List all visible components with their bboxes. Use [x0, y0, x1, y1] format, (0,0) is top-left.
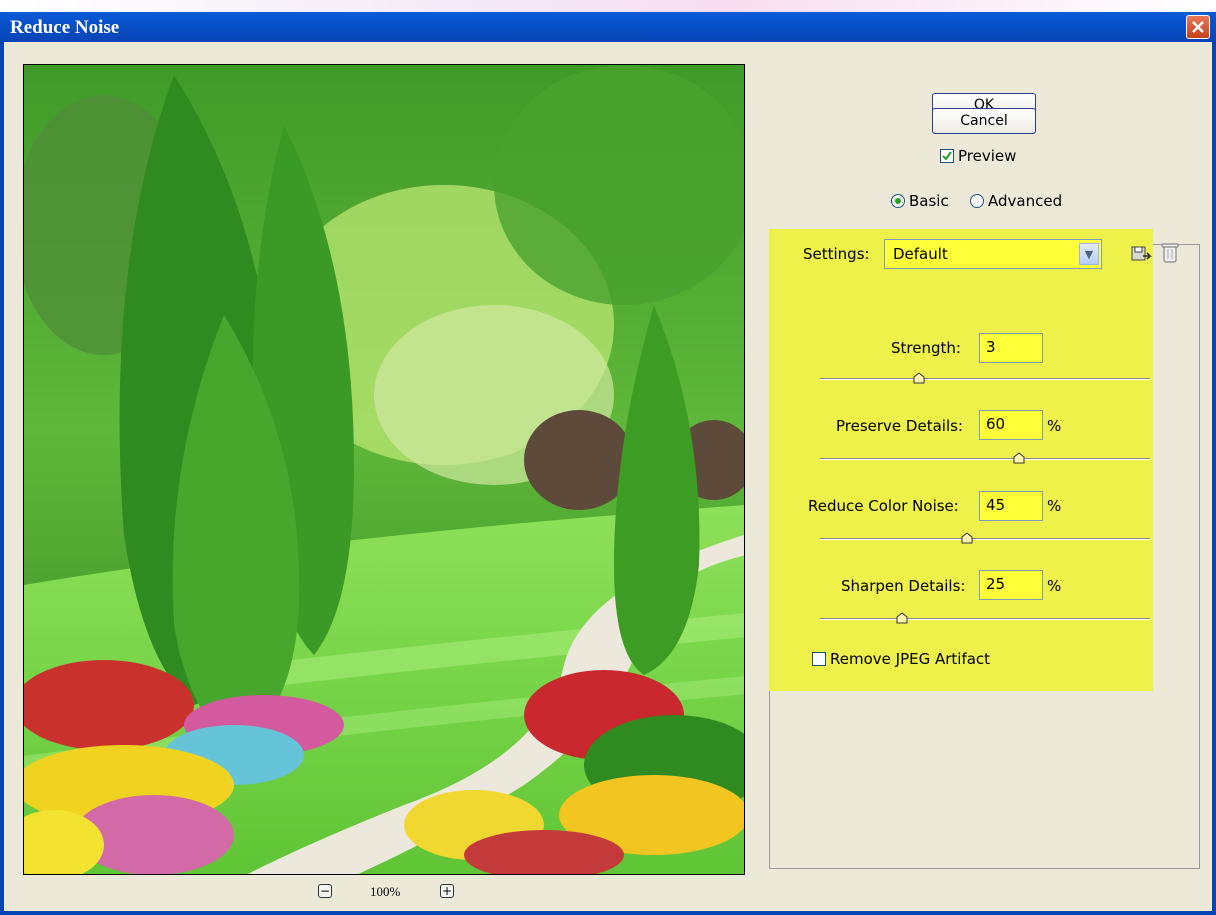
preserve-details-unit: % — [1047, 417, 1062, 435]
sharpen-details-slider-track[interactable] — [820, 618, 1150, 620]
sharpen-details-input[interactable]: 25 — [979, 570, 1043, 600]
advanced-label: Advanced — [988, 192, 1063, 210]
garden-photo — [24, 65, 744, 874]
highlight-area — [769, 229, 1153, 691]
settings-label: Settings: — [803, 245, 870, 263]
settings-dropdown[interactable]: Default ▼ — [884, 239, 1102, 269]
minus-icon: − — [319, 884, 331, 898]
reduce-color-noise-label: Reduce Color Noise: — [808, 497, 959, 515]
trash-icon[interactable] — [1160, 241, 1180, 265]
zoom-level: 100% — [370, 884, 401, 899]
sharpen-details-unit: % — [1047, 577, 1062, 595]
strength-slider-track[interactable] — [820, 378, 1150, 380]
radio-dot — [895, 198, 901, 204]
close-button[interactable] — [1186, 15, 1210, 39]
strength-slider-thumb[interactable] — [913, 372, 925, 384]
settings-value: Default — [893, 245, 948, 263]
preview-image[interactable] — [23, 64, 745, 875]
check-icon — [942, 151, 952, 161]
reduce-color-noise-input[interactable]: 45 — [979, 491, 1043, 521]
basic-label: Basic — [909, 192, 949, 210]
plus-icon: + — [441, 884, 453, 898]
strength-input[interactable]: 3 — [979, 333, 1043, 363]
sharpen-details-label: Sharpen Details: — [841, 577, 966, 595]
remove-jpeg-artifact-checkbox[interactable] — [812, 652, 826, 666]
sharpen-details-slider-thumb[interactable] — [896, 612, 908, 624]
save-settings-icon[interactable] — [1130, 244, 1152, 264]
zoom-out-button[interactable]: − — [318, 884, 332, 898]
preserve-details-slider-track[interactable] — [820, 458, 1150, 460]
preserve-details-slider-thumb[interactable] — [1013, 452, 1025, 464]
top-decoration — [0, 0, 1216, 12]
zoom-in-button[interactable]: + — [440, 884, 454, 898]
advanced-radio[interactable] — [970, 194, 984, 208]
strength-label: Strength: — [891, 339, 961, 357]
preview-label: Preview — [958, 147, 1017, 165]
remove-jpeg-artifact-label: Remove JPEG Artifact — [830, 650, 991, 668]
close-icon — [1192, 21, 1204, 33]
reduce-color-noise-unit: % — [1047, 497, 1062, 515]
reduce-color-noise-slider-track[interactable] — [820, 538, 1150, 540]
window-title: Reduce Noise — [10, 17, 120, 38]
chevron-down-icon: ▼ — [1079, 243, 1099, 265]
basic-radio[interactable] — [891, 194, 905, 208]
reduce-color-noise-slider-thumb[interactable] — [961, 532, 973, 544]
preview-checkbox[interactable] — [940, 149, 954, 163]
cancel-button[interactable]: Cancel — [932, 108, 1036, 134]
preserve-details-input[interactable]: 60 — [979, 410, 1043, 440]
title-bar[interactable]: Reduce Noise — [0, 12, 1216, 42]
preserve-details-label: Preserve Details: — [836, 417, 963, 435]
